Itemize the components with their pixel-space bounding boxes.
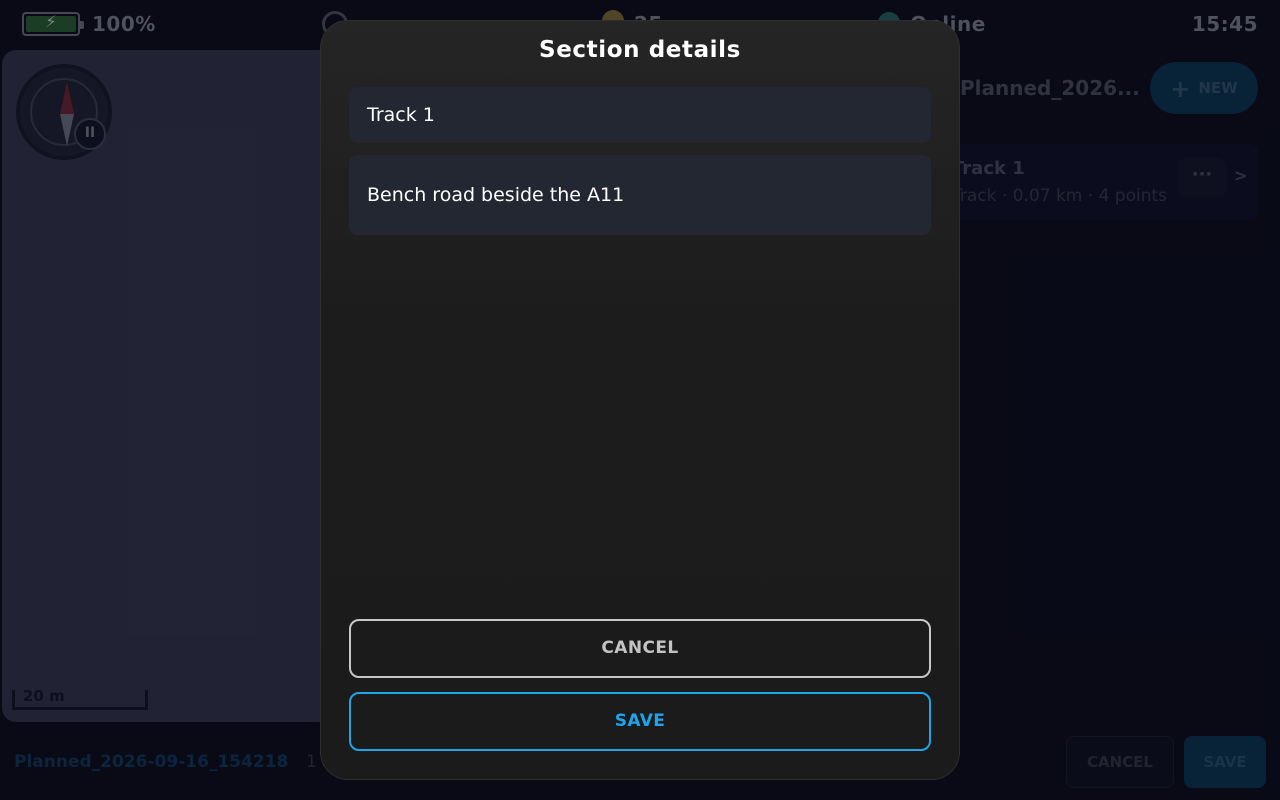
section-description-field[interactable]: Bench road beside the A11 xyxy=(349,155,931,235)
cancel-button[interactable]: CANCEL xyxy=(349,619,931,678)
save-button[interactable]: SAVE xyxy=(349,692,931,751)
dialog-title: Section details xyxy=(539,37,741,63)
app-screen: ⚡ 100% 25 Online 15:45 II 20 m Planned_2… xyxy=(0,0,1280,800)
section-details-dialog: Section details Track 1 Bench road besid… xyxy=(320,20,960,780)
section-title-field[interactable]: Track 1 xyxy=(349,87,931,143)
